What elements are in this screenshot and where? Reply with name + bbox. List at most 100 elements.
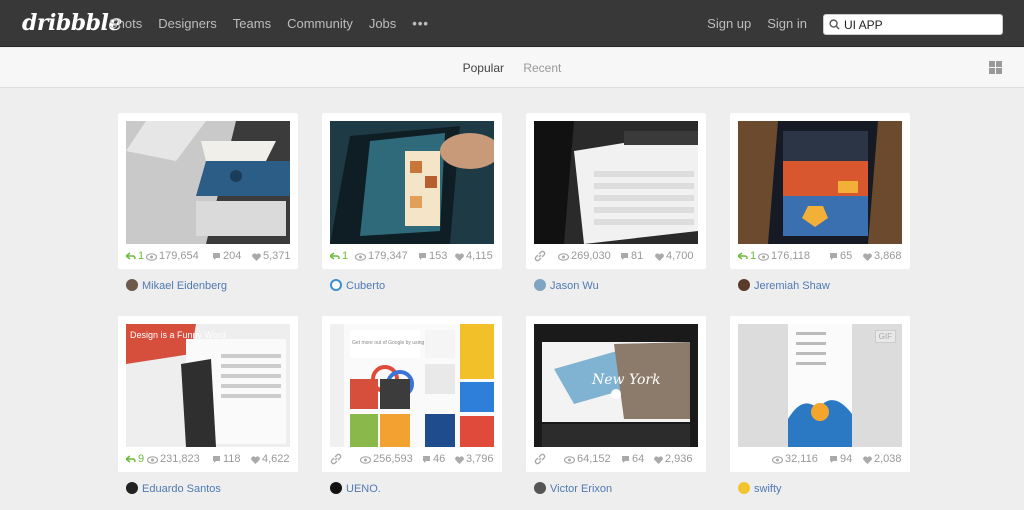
signin-link[interactable]: Sign in	[767, 16, 807, 31]
shot-card[interactable]: 1 179,654 204 5,371	[118, 113, 298, 269]
views-icon	[557, 253, 570, 261]
views-icon	[359, 456, 372, 464]
shot-card[interactable]: 1 179,347 153 4,115	[322, 113, 502, 269]
views-icon	[145, 253, 158, 261]
comment-icon	[423, 456, 430, 463]
rebound-count[interactable]: 1	[328, 250, 348, 262]
view-count: 179,347	[354, 250, 408, 262]
shot-thumbnail[interactable]	[738, 121, 902, 244]
shot-author[interactable]: Jason Wu	[534, 279, 599, 293]
comment-count[interactable]: 46	[422, 453, 445, 465]
heart-icon	[455, 456, 464, 464]
nav-teams[interactable]: Teams	[233, 16, 271, 31]
shot-card[interactable]: 1 176,118 65 3,868	[730, 113, 910, 269]
account-links: Sign up Sign in	[691, 16, 807, 31]
comment-icon	[213, 253, 220, 260]
grid-view-icon[interactable]	[989, 61, 1002, 74]
rebound-count[interactable]: 9	[124, 453, 144, 465]
shot-thumbnail[interactable]: GIF	[738, 324, 902, 447]
like-count[interactable]: 3,868	[863, 250, 902, 262]
shot-author[interactable]: swifty	[738, 482, 782, 496]
view-count: 256,593	[359, 453, 413, 465]
shot-author[interactable]: Victor Erixon	[534, 482, 612, 496]
avatar	[534, 279, 546, 291]
nav-shots[interactable]: Shots	[109, 16, 142, 31]
comment-count[interactable]: 204	[212, 250, 241, 262]
link-icon-wrap	[534, 453, 548, 466]
view-count: 269,030	[557, 250, 611, 262]
avatar	[738, 482, 750, 494]
signup-link[interactable]: Sign up	[707, 16, 751, 31]
like-count[interactable]: 5,371	[252, 250, 291, 262]
search-input[interactable]	[844, 17, 999, 33]
shot-author[interactable]: Eduardo Santos	[126, 482, 221, 496]
comment-icon	[622, 456, 629, 463]
shot-thumbnail[interactable]: Get more out of Google by using Google+	[330, 324, 494, 447]
nav-community[interactable]: Community	[287, 16, 353, 31]
shot-card[interactable]: GIF 32,116 94 2,038	[730, 316, 910, 472]
filter-popular[interactable]: Popular	[463, 61, 504, 75]
shot-card[interactable]: Get more out of Google by using Google+ …	[322, 316, 502, 472]
like-count[interactable]: 2,038	[863, 453, 902, 465]
filter-bar: Popular Recent	[0, 48, 1024, 88]
shot-author[interactable]: UENO.	[330, 482, 381, 496]
search-icon	[829, 19, 840, 30]
views-icon	[563, 456, 576, 464]
avatar	[738, 279, 750, 291]
shot-thumbnail[interactable]: Design is a Funny Word	[126, 324, 290, 447]
shot-card[interactable]: New York 64,152 64 2,936	[526, 316, 706, 472]
comment-count[interactable]: 118	[212, 453, 241, 465]
shot-thumbnail[interactable]	[126, 121, 290, 244]
shot-stats: 32,116 94 2,038	[730, 453, 910, 467]
comment-count[interactable]: 81	[620, 250, 643, 262]
dribbble-logo[interactable]: dribbble	[22, 10, 122, 36]
heart-icon	[655, 253, 664, 261]
like-count[interactable]: 4,622	[251, 453, 290, 465]
rebound-icon	[124, 252, 136, 260]
view-count: 231,823	[146, 453, 200, 465]
shot-thumbnail[interactable]: New York	[534, 324, 698, 447]
avatar	[330, 279, 342, 291]
link-icon	[534, 453, 546, 465]
like-count[interactable]: 3,796	[455, 453, 494, 465]
link-icon	[330, 453, 342, 465]
like-count[interactable]: 4,700	[655, 250, 694, 262]
shot-thumbnail[interactable]	[330, 121, 494, 244]
shot-stats: 1 179,654 204 5,371	[118, 250, 298, 264]
rebound-count[interactable]: 1	[736, 250, 756, 262]
comment-count[interactable]: 94	[829, 453, 852, 465]
main-nav: Shots Designers Teams Community Jobs •••	[109, 16, 429, 31]
nav-jobs[interactable]: Jobs	[369, 16, 396, 31]
shot-author[interactable]: Mikael Eidenberg	[126, 279, 227, 293]
shot-stats: 9 231,823 118 4,622	[118, 453, 298, 467]
search-box[interactable]	[823, 14, 1003, 35]
views-icon	[757, 253, 770, 261]
comment-count[interactable]: 64	[621, 453, 644, 465]
heart-icon	[863, 456, 872, 464]
shot-author[interactable]: Cuberto	[330, 279, 385, 293]
shot-stats: 1 176,118 65 3,868	[730, 250, 910, 264]
like-count[interactable]: 2,936	[654, 453, 693, 465]
like-count[interactable]: 4,115	[455, 250, 493, 262]
nav-more-button[interactable]: •••	[412, 16, 429, 31]
view-count: 32,116	[771, 453, 818, 465]
comment-count[interactable]: 153	[418, 250, 447, 262]
shot-card[interactable]: Design is a Funny Word 9 231,823 118 4,6…	[118, 316, 298, 472]
nav-designers[interactable]: Designers	[158, 16, 217, 31]
filter-recent[interactable]: Recent	[523, 61, 561, 75]
shot-thumbnail[interactable]	[534, 121, 698, 244]
rebound-icon	[124, 455, 136, 463]
comment-count[interactable]: 65	[829, 250, 852, 262]
gif-badge: GIF	[874, 330, 896, 343]
rebound-icon	[328, 252, 340, 260]
top-nav-bar: dribbble Shots Designers Teams Community…	[0, 0, 1024, 47]
shot-card[interactable]: 269,030 81 4,700	[526, 113, 706, 269]
rebound-count[interactable]: 1	[124, 250, 144, 262]
link-icon-wrap	[534, 250, 548, 263]
avatar	[126, 482, 138, 494]
shot-author[interactable]: Jeremiah Shaw	[738, 279, 830, 293]
heart-icon	[654, 456, 663, 464]
comment-icon	[830, 456, 837, 463]
shot-stats: 1 179,347 153 4,115	[322, 250, 502, 264]
views-icon	[354, 253, 367, 261]
